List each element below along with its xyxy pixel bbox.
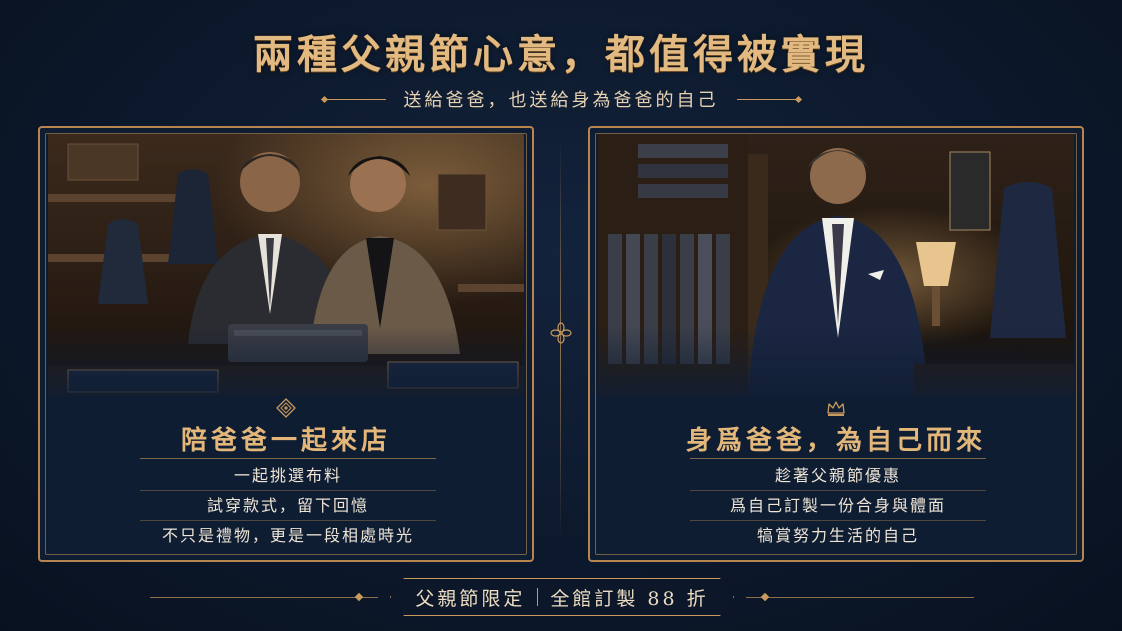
heading-divider bbox=[140, 458, 436, 459]
quatrefoil-icon bbox=[550, 322, 572, 344]
subtitle-row: 送給爸爸，也送給身為爸爸的自己 bbox=[0, 86, 1122, 112]
list-item: 趁著父親節優惠 bbox=[690, 461, 986, 491]
list-item: 爲自己訂製一份合身與體面 bbox=[690, 491, 986, 521]
benefit-list: 一起挑選布料 試穿款式，留下回憶 不只是禮物，更是一段相處時光 bbox=[140, 461, 436, 550]
page-subtitle: 送給爸爸，也送給身為爸爸的自己 bbox=[403, 90, 719, 111]
crown-icon bbox=[827, 401, 845, 416]
divider-ornament bbox=[760, 592, 770, 602]
list-item: 一起挑選布料 bbox=[140, 461, 436, 491]
benefit-list: 趁著父親節優惠 爲自己訂製一份合身與體面 犒賞努力生活的自己 bbox=[690, 461, 986, 550]
list-item: 犒賞努力生活的自己 bbox=[756, 526, 919, 545]
promo-footer: 父親節限定 全館訂製 88 折 bbox=[0, 578, 1122, 616]
panel-heading: 陪爸爸一起來店 bbox=[180, 426, 391, 456]
promo-badge: 父親節限定 全館訂製 88 折 bbox=[390, 578, 734, 616]
page-title: 兩種父親節心意，都值得被實現 bbox=[253, 31, 869, 78]
panel-for-yourself: 身爲爸爸，為自己而來 趁著父親節優惠 爲自己訂製一份合身與體面 犒賞努力生活的自… bbox=[588, 126, 1084, 562]
badge-separator bbox=[537, 588, 539, 606]
list-item: 不只是禮物，更是一段相處時光 bbox=[161, 526, 414, 545]
footer-divider bbox=[746, 597, 974, 598]
divider-ornament bbox=[736, 98, 799, 100]
promo-offer: 全館訂製 88 折 bbox=[550, 587, 709, 610]
photo-father-and-son bbox=[48, 134, 524, 396]
panel-accompany-dad: 陪爸爸一起來店 一起挑選布料 試穿款式，留下回憶 不只是禮物，更是一段相處時光 bbox=[38, 126, 534, 562]
divider-ornament bbox=[323, 98, 386, 100]
photo-fade bbox=[598, 326, 1074, 396]
divider-ornament bbox=[354, 592, 364, 602]
crest-icon bbox=[276, 398, 296, 418]
photo-fade bbox=[48, 326, 524, 396]
panel-heading: 身爲爸爸，為自己而來 bbox=[685, 426, 986, 456]
promo-page: 兩種父親節心意，都值得被實現 送給爸爸，也送給身為爸爸的自己 陪爸爸一起來店 一… bbox=[0, 0, 1122, 631]
heading-divider bbox=[690, 458, 986, 459]
list-item: 試穿款式，留下回憶 bbox=[140, 491, 436, 521]
photo-father-alone bbox=[598, 134, 1074, 396]
promo-label: 父親節限定 bbox=[415, 587, 526, 610]
footer-divider bbox=[150, 597, 378, 598]
